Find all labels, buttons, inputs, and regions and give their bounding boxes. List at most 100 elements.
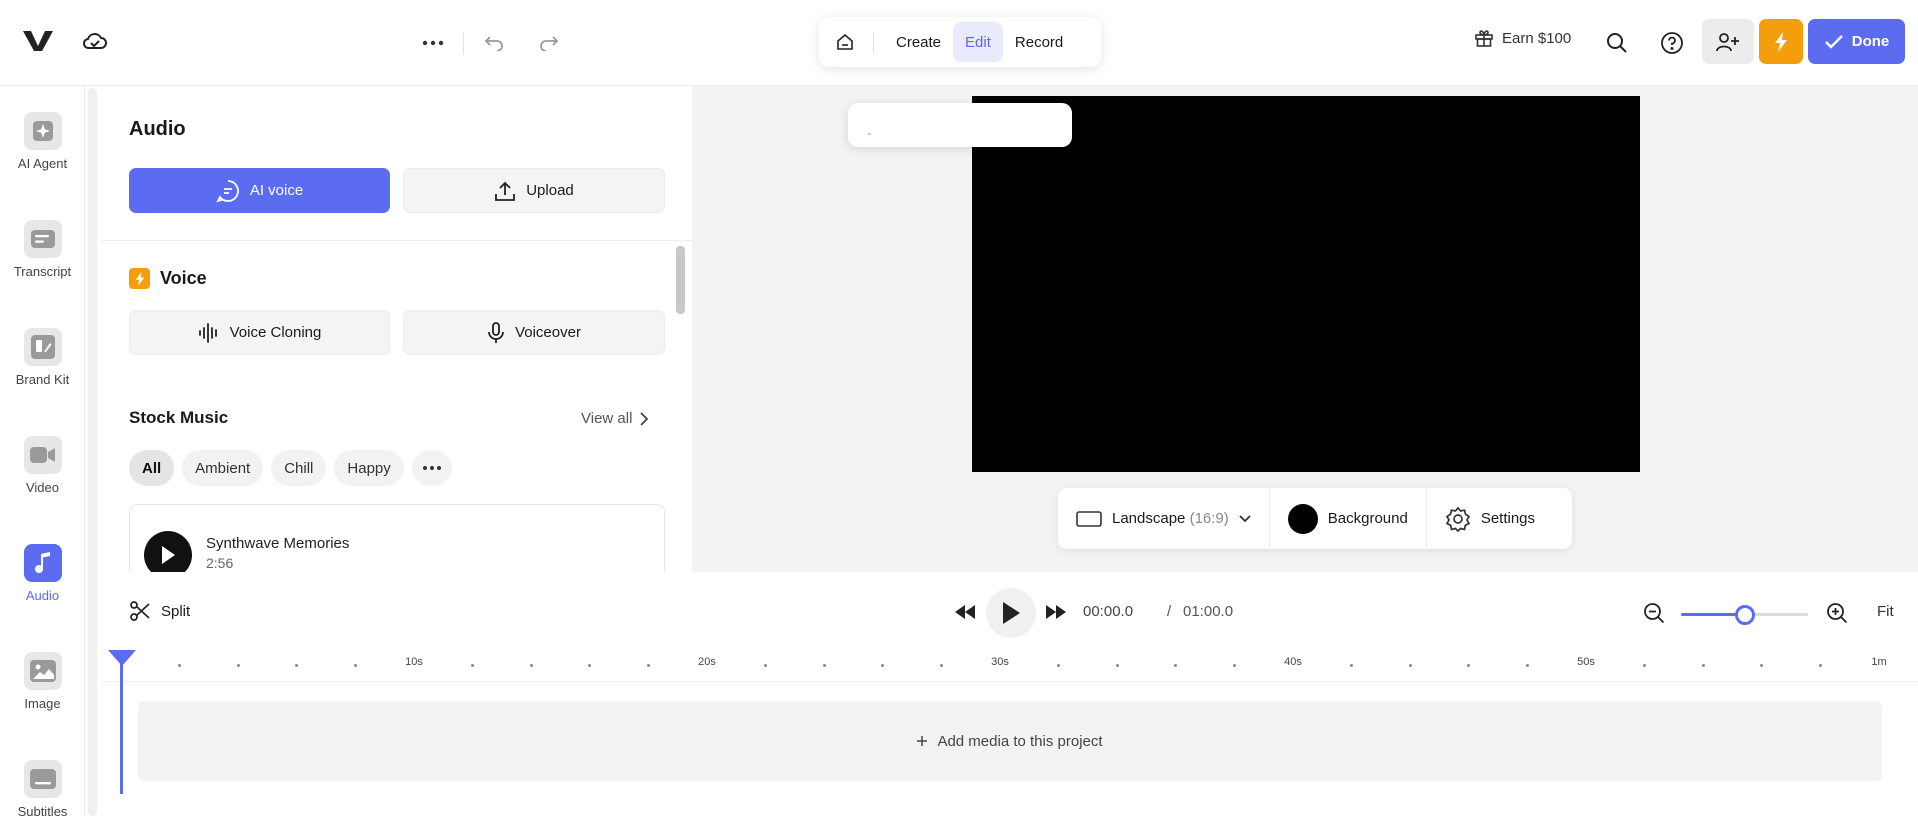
- video-camera-icon: [23, 436, 62, 474]
- ruler-tick: [1115, 664, 1119, 667]
- list-item[interactable]: Synthwave Memories 2:56: [129, 504, 665, 572]
- image-icon: [23, 652, 62, 690]
- ruler-tick: [178, 664, 182, 667]
- subtitles-icon: [23, 760, 62, 798]
- more-genres-button[interactable]: [411, 450, 452, 486]
- toolbar-divider: [463, 32, 464, 54]
- sidebar-scrollbar[interactable]: [88, 88, 97, 816]
- zoom-in-icon[interactable]: [1825, 601, 1849, 625]
- settings-label: Settings: [1480, 510, 1536, 527]
- video-preview[interactable]: [972, 96, 1640, 472]
- settings-button[interactable]: Settings: [1425, 488, 1553, 549]
- tab-create[interactable]: Create: [884, 22, 953, 62]
- add-media-button[interactable]: Add media to this project: [138, 701, 1882, 781]
- time-separator: /: [1167, 603, 1172, 620]
- aspect-ratio-value: (16:9): [1189, 510, 1229, 527]
- more-options-icon[interactable]: [417, 27, 449, 59]
- lightning-icon: [129, 268, 150, 289]
- genre-filter-chips: All Ambient Chill Happy: [129, 450, 452, 486]
- play-button[interactable]: [986, 588, 1036, 638]
- zoom-out-icon[interactable]: [1642, 601, 1666, 625]
- voice-cloning-button[interactable]: Voice Cloning: [129, 310, 390, 355]
- ruler-tick: [353, 664, 357, 667]
- undo-icon[interactable]: [478, 27, 510, 59]
- sidebar-item-label: AI Agent: [17, 156, 68, 171]
- chip-ambient[interactable]: Ambient: [182, 450, 264, 486]
- sparkle-icon: [23, 112, 62, 150]
- sidebar-item-subtitles[interactable]: Subtitles: [0, 760, 85, 819]
- playhead[interactable]: [120, 652, 123, 794]
- sidebar-item-transcript[interactable]: Transcript: [0, 220, 85, 279]
- background-color-swatch: [1287, 503, 1318, 534]
- app-logo[interactable]: [22, 28, 54, 54]
- chip-chill[interactable]: Chill: [271, 450, 327, 486]
- fit-button[interactable]: Fit: [1877, 603, 1894, 620]
- chip-all[interactable]: All: [129, 450, 175, 486]
- invite-user-button[interactable]: [1702, 19, 1754, 64]
- music-note-icon: [23, 544, 62, 582]
- ruler-tick-label: 1m: [1871, 656, 1887, 668]
- search-icon[interactable]: [1601, 27, 1633, 59]
- sidebar-item-video[interactable]: Video: [0, 436, 85, 495]
- chip-happy[interactable]: Happy: [334, 450, 404, 486]
- sidebar-item-label: Audio: [25, 588, 60, 603]
- ai-voice-button[interactable]: AI voice: [129, 168, 390, 213]
- tab-edit[interactable]: Edit: [953, 22, 1003, 62]
- earn-label: Earn $100: [1502, 29, 1572, 47]
- playhead-handle[interactable]: [108, 650, 136, 666]
- cloud-sync-icon[interactable]: [82, 30, 108, 52]
- upload-button[interactable]: Upload: [403, 168, 665, 213]
- view-all-label: View all: [581, 410, 633, 427]
- ruler-tick-label: 50s: [1577, 656, 1595, 668]
- aspect-ratio-dropdown[interactable]: Landscape (16:9): [1058, 488, 1269, 549]
- voice-section-title: Voice: [160, 268, 207, 288]
- mode-divider: [873, 32, 874, 52]
- split-label: Split: [161, 602, 191, 620]
- earn-referral-button[interactable]: Earn $100: [1474, 28, 1571, 48]
- chevron-down-icon: [1239, 514, 1251, 523]
- redo-icon[interactable]: [533, 27, 565, 59]
- upgrade-button[interactable]: [1759, 19, 1803, 64]
- voiceover-button[interactable]: Voiceover: [403, 310, 665, 355]
- split-button[interactable]: Split: [129, 600, 190, 622]
- zoom-slider-handle[interactable]: [1734, 605, 1755, 625]
- ruler-tick: [1643, 664, 1647, 667]
- transport-bar: Split 00:00.0 / 01:00.0 Fit: [101, 572, 1918, 652]
- panel-scrollbar[interactable]: [676, 246, 685, 314]
- ruler-tick: [1232, 664, 1236, 667]
- ruler-tick: [529, 664, 533, 667]
- sidebar-item-label: Transcript: [13, 264, 72, 279]
- total-time: 01:00.0: [1183, 603, 1234, 620]
- help-icon[interactable]: [1656, 27, 1688, 59]
- ruler-tick-label: 10s: [405, 656, 423, 668]
- zoom-slider[interactable]: [1681, 605, 1808, 625]
- tab-record[interactable]: Record: [1003, 22, 1075, 62]
- background-button[interactable]: Background: [1268, 488, 1426, 549]
- track-title: Synthwave Memories: [206, 535, 350, 552]
- voiceover-label: Voiceover: [515, 324, 581, 341]
- view-all-link[interactable]: View all: [581, 410, 649, 427]
- stock-music-title: Stock Music: [129, 408, 229, 427]
- time-ruler[interactable]: 10s 20s 30s 40s 50s 1m: [101, 652, 1918, 682]
- timeline: 10s 20s 30s 40s 50s 1m Add media to this proj…: [101, 652, 1918, 816]
- more-options-icon: [422, 465, 442, 471]
- mode-switcher: Create Edit Record: [819, 17, 1101, 67]
- sidebar-item-ai-agent[interactable]: AI Agent: [0, 112, 85, 171]
- ruler-tick-label: 20s: [698, 656, 716, 668]
- top-bar: Create Edit Record Earn $100 Done: [0, 0, 1918, 86]
- fast-forward-icon[interactable]: [1045, 601, 1067, 623]
- panel-title: Audio: [129, 118, 186, 140]
- ruler-tick: [1408, 664, 1412, 667]
- play-icon: [1001, 601, 1021, 625]
- sidebar-item-audio[interactable]: Audio: [0, 544, 85, 603]
- home-icon[interactable]: [827, 24, 863, 60]
- ruler-tick: [939, 664, 943, 667]
- sidebar-item-brand-kit[interactable]: Brand Kit: [0, 328, 85, 387]
- rewind-icon[interactable]: [954, 601, 976, 623]
- add-user-icon: [1715, 31, 1741, 53]
- play-track-button[interactable]: [144, 531, 192, 572]
- done-button[interactable]: Done: [1808, 19, 1905, 64]
- track-duration: 2:56: [206, 555, 234, 571]
- aspect-label: Landscape: [1112, 510, 1186, 527]
- sidebar-item-image[interactable]: Image: [0, 652, 85, 711]
